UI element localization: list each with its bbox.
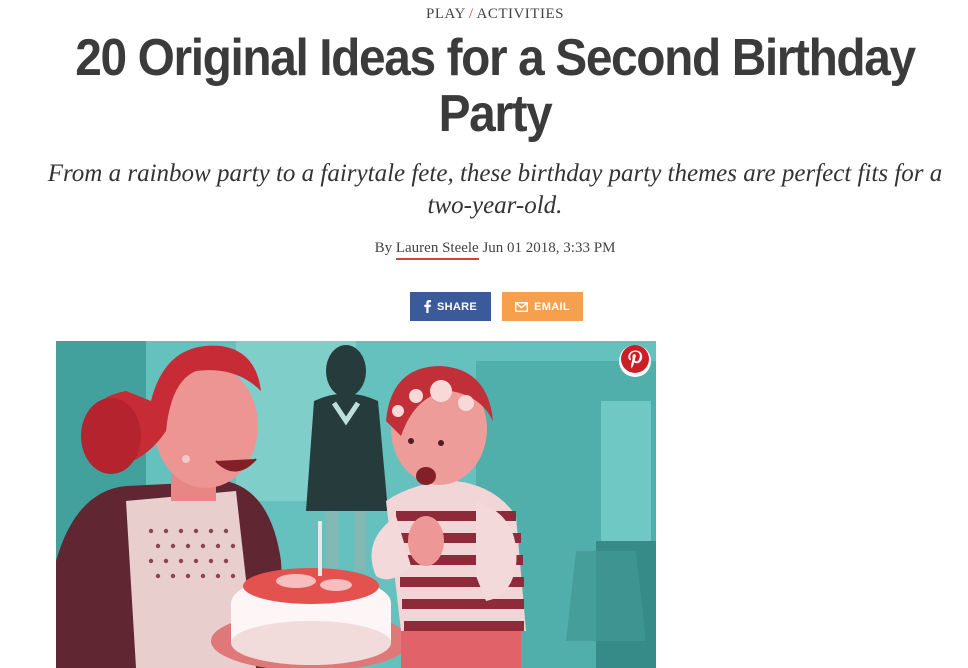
envelope-icon (515, 301, 529, 312)
pinterest-icon (620, 344, 650, 379)
share-buttons: SHARE EMAIL (410, 292, 583, 321)
publish-date: Jun 01 2018, 3:33 PM (482, 240, 616, 256)
article-dek: From a rainbow party to a fairytale fete… (47, 160, 943, 219)
article-title: 20 Original Ideas for a Second Birthday … (75, 29, 916, 143)
facebook-icon (424, 300, 431, 313)
author-link[interactable]: Lauren Steele (395, 240, 479, 260)
breadcrumb: PLAY / ACTIVITIES (0, 6, 968, 23)
byline-prefix: By (374, 240, 393, 256)
facebook-share-label: SHARE (436, 300, 477, 313)
hero-image (56, 341, 656, 668)
breadcrumb-section-link[interactable]: PLAY (426, 6, 466, 22)
pinterest-save-button[interactable] (619, 344, 651, 379)
breadcrumb-separator: / (468, 6, 474, 22)
email-share-button[interactable]: EMAIL (502, 292, 583, 321)
email-share-label: EMAIL (534, 300, 570, 313)
facebook-share-button[interactable]: SHARE (410, 292, 491, 321)
byline: By Lauren Steele Jun 01 2018, 3:33 PM (0, 240, 968, 260)
breadcrumb-subsection-link[interactable]: ACTIVITIES (476, 6, 564, 22)
